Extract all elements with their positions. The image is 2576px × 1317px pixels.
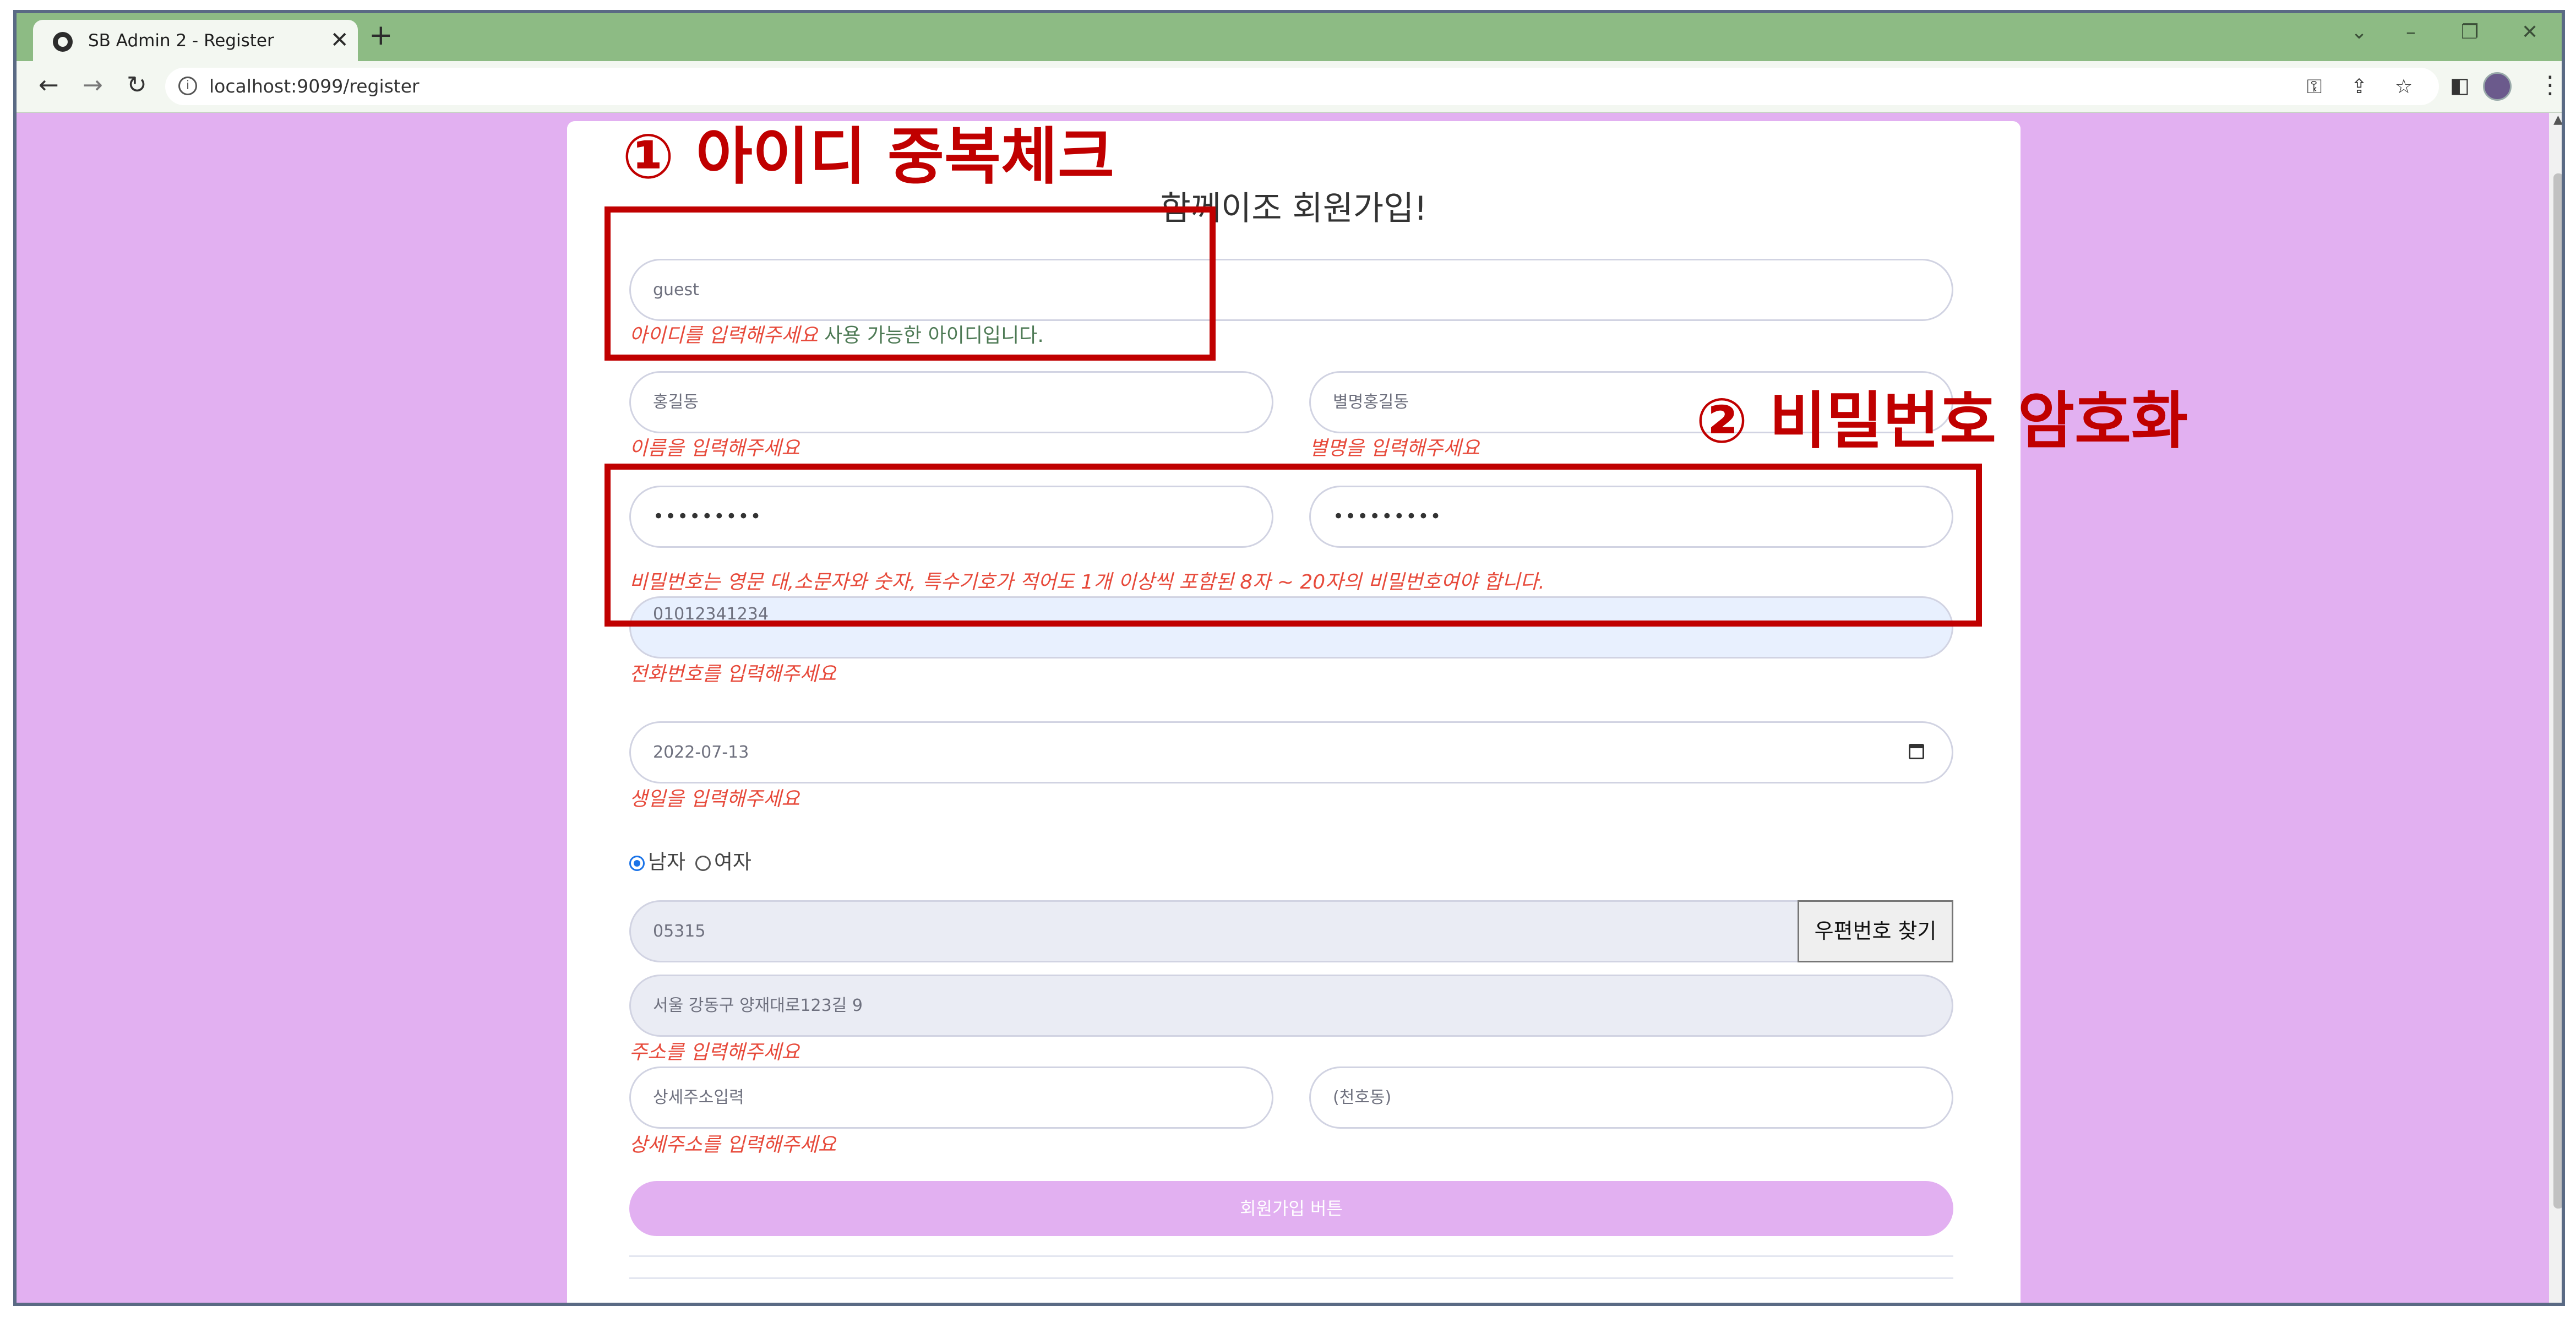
scroll-thumb[interactable] bbox=[2553, 173, 2562, 1209]
tab-register[interactable]: SB Admin 2 - Register ✕ bbox=[33, 20, 358, 61]
new-tab-button[interactable]: + bbox=[369, 21, 393, 50]
forward-arrow-icon[interactable]: → bbox=[83, 71, 103, 99]
back-arrow-icon[interactable]: ← bbox=[39, 71, 59, 99]
url-text: localhost:9099/register bbox=[209, 75, 420, 97]
gender-male-radio[interactable] bbox=[629, 855, 645, 871]
tab-strip: SB Admin 2 - Register ✕ + ⌄ – ❐ ✕ bbox=[17, 13, 2562, 61]
reload-icon[interactable]: ↻ bbox=[127, 71, 147, 99]
minimize-button[interactable]: – bbox=[2406, 21, 2416, 43]
scroll-up-icon[interactable]: ▲ bbox=[2553, 113, 2562, 127]
tab-search-icon[interactable]: ⌄ bbox=[2351, 21, 2367, 43]
menu-dots-icon[interactable]: ⋮ bbox=[2538, 71, 2562, 99]
birthday-value: 2022-07-13 bbox=[653, 743, 749, 762]
annotation-box-id-check bbox=[604, 206, 1216, 361]
postcode-input[interactable]: 05315 bbox=[629, 900, 1818, 962]
phone-hint: 전화번호를 입력해주세요 bbox=[629, 663, 836, 685]
address-detail-hint: 상세주소를 입력해주세요 bbox=[629, 1134, 836, 1156]
name-input[interactable]: 홍길동 bbox=[629, 371, 1273, 433]
page-scrollbar[interactable]: ▲ bbox=[2549, 113, 2562, 1303]
address-hint: 주소를 입력해주세요 bbox=[629, 1041, 800, 1064]
restore-button[interactable]: ❐ bbox=[2461, 21, 2479, 43]
gender-radio-group: 남자 여자 bbox=[629, 845, 751, 875]
address-input[interactable]: 서울 강동구 양재대로123길 9 bbox=[629, 975, 1953, 1037]
bookmark-star-icon[interactable]: ☆ bbox=[2395, 75, 2412, 98]
address-extra-input[interactable]: (천호동) bbox=[1309, 1066, 1953, 1129]
browser-toolbar: ← → ↻ i localhost:9099/register ⚿ ⇪ ☆ ◧ … bbox=[17, 61, 2562, 113]
browser-window: SB Admin 2 - Register ✕ + ⌄ – ❐ ✕ ← → ↻ … bbox=[13, 10, 2565, 1306]
divider bbox=[629, 1277, 1953, 1279]
profile-avatar[interactable] bbox=[2483, 72, 2512, 101]
close-window-button[interactable]: ✕ bbox=[2521, 21, 2538, 43]
address-detail-input[interactable]: 상세주소입력 bbox=[629, 1066, 1273, 1129]
address-bar[interactable]: i localhost:9099/register ⚿ ⇪ ☆ bbox=[165, 68, 2439, 105]
gender-male-label: 남자 bbox=[648, 850, 686, 874]
birthday-hint: 생일을 입력해주세요 bbox=[629, 788, 800, 810]
register-submit-button[interactable]: 회원가입 버튼 bbox=[629, 1181, 1953, 1236]
site-info-icon[interactable]: i bbox=[178, 77, 197, 95]
calendar-icon[interactable] bbox=[1909, 744, 1924, 759]
key-icon[interactable]: ⚿ bbox=[2307, 75, 2322, 99]
side-panel-icon[interactable]: ◧ bbox=[2450, 73, 2470, 97]
share-icon[interactable]: ⇪ bbox=[2351, 75, 2367, 98]
divider bbox=[629, 1255, 1953, 1257]
nickname-hint: 별명을 입력해주세요 bbox=[1309, 437, 1480, 460]
find-postcode-button[interactable]: 우편번호 찾기 bbox=[1798, 900, 1953, 962]
annotation-label-password: ② 비밀번호 암호화 bbox=[1696, 385, 2188, 457]
name-hint: 이름을 입력해주세요 bbox=[629, 437, 800, 460]
birthday-input[interactable]: 2022-07-13 bbox=[629, 721, 1953, 783]
close-tab-icon[interactable]: ✕ bbox=[330, 28, 349, 53]
tab-title: SB Admin 2 - Register bbox=[88, 31, 274, 51]
gender-female-radio[interactable] bbox=[695, 855, 711, 871]
globe-icon bbox=[53, 32, 73, 52]
gender-female-label: 여자 bbox=[714, 850, 751, 874]
annotation-box-password bbox=[604, 464, 1982, 627]
annotation-label-id-check: ① 아이디 중복체크 bbox=[622, 121, 1115, 193]
